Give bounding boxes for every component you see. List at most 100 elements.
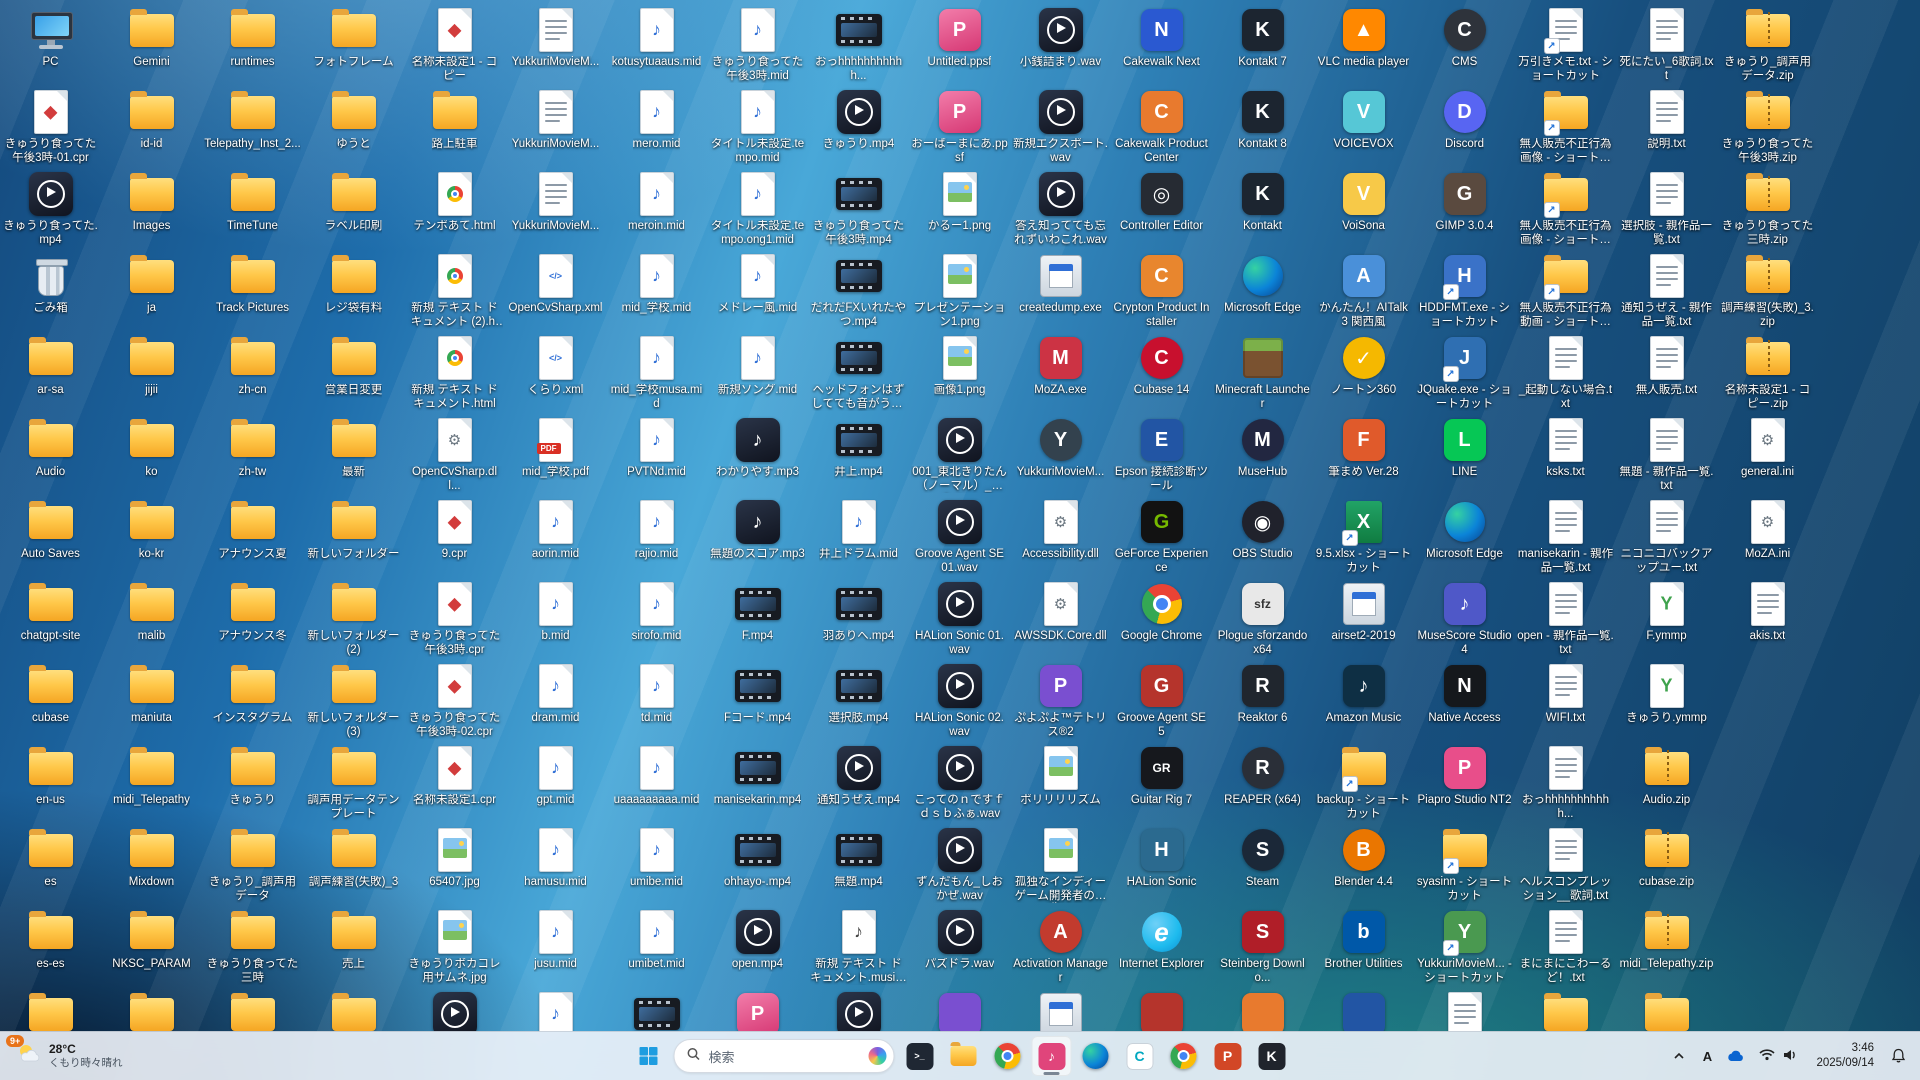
desktop-icon[interactable]: 新規エクスポート.wav <box>1010 88 1111 170</box>
desktop-icon[interactable]: ♪ kotusytuaaus.mid <box>606 6 707 88</box>
desktop-icon[interactable]: ♪ Amazon Music <box>1313 662 1414 744</box>
taskbar-app-google-chrome[interactable] <box>988 1036 1028 1076</box>
desktop-icon[interactable]: createdump.exe <box>1010 252 1111 334</box>
desktop-icon[interactable]: X ↗ 9.5.xlsx - ショートカット <box>1313 498 1414 580</box>
desktop-icon[interactable]: だれだFXいれたやつ.mp4 <box>808 252 909 334</box>
desktop-icon[interactable]: midi_Telepathy <box>101 744 202 826</box>
desktop-icon[interactable]: V VoiSona <box>1313 170 1414 252</box>
desktop-icon[interactable]: ▲ VLC media player <box>1313 6 1414 88</box>
taskbar-app-microsoft-edge[interactable] <box>1076 1036 1116 1076</box>
desktop-icon[interactable]: 65407.jpg <box>404 826 505 908</box>
desktop-icon[interactable]: Mixdown <box>101 826 202 908</box>
desktop-icon[interactable]: midi_Telepathy.zip <box>1616 908 1717 990</box>
desktop-icon[interactable]: ♪ mid_学校musa.mid <box>606 334 707 416</box>
desktop-icon[interactable]: YukkuriMovieM... <box>505 170 606 252</box>
desktop-icon[interactable]: 無題 - 親作品一覧.txt <box>1616 416 1717 498</box>
desktop-icon[interactable]: V VOICEVOX <box>1313 88 1414 170</box>
desktop-icon[interactable]: きゅうり食ってた午後3時.mp4 <box>808 170 909 252</box>
desktop-icon[interactable]: K Kontakt <box>1212 170 1313 252</box>
desktop-icon[interactable]: zh-tw <box>202 416 303 498</box>
desktop-icon[interactable]: K Kontakt 8 <box>1212 88 1313 170</box>
desktop-icon[interactable]: ♪ sirofo.mid <box>606 580 707 662</box>
desktop-icon[interactable]: 通知うぜえ.mp4 <box>808 744 909 826</box>
desktop-icon[interactable]: Fコード.mp4 <box>707 662 808 744</box>
desktop-icon[interactable]: D Discord <box>1414 88 1515 170</box>
desktop-icon[interactable]: </> くらり.xml <box>505 334 606 416</box>
desktop-icon[interactable] <box>0 990 101 1032</box>
desktop-icon[interactable]: かるー1.png <box>909 170 1010 252</box>
desktop-icon[interactable]: chatgpt-site <box>0 580 101 662</box>
desktop-icon[interactable]: B Blender 4.4 <box>1313 826 1414 908</box>
desktop-icon[interactable]: 死にたい_6歌詞.txt <box>1616 6 1717 88</box>
desktop-icon[interactable]: cubase.zip <box>1616 826 1717 908</box>
desktop-icon[interactable]: ♪ aorin.mid <box>505 498 606 580</box>
desktop-icon[interactable]: maniuta <box>101 662 202 744</box>
desktop-icon[interactable]: b Brother Utilities <box>1313 908 1414 990</box>
desktop-icon[interactable]: 新規 テキスト ドキュメント (2).html <box>404 252 505 334</box>
desktop-icon[interactable]: ずんだもん_しおかぜ.wav <box>909 826 1010 908</box>
desktop-icon[interactable]: Y ↗ YukkuriMovieM... - ショートカット <box>1414 908 1515 990</box>
desktop-icon[interactable]: 新規 テキスト ドキュメント.html <box>404 334 505 416</box>
desktop-icon[interactable] <box>1010 990 1111 1032</box>
desktop-icon[interactable]: C Cakewalk Product Center <box>1111 88 1212 170</box>
desktop-icon[interactable]: アナウンス冬 <box>202 580 303 662</box>
desktop-icon[interactable]: akis.txt <box>1717 580 1818 662</box>
desktop-icon[interactable]: ♪ hamusu.mid <box>505 826 606 908</box>
desktop-icon[interactable]: 画像1.png <box>909 334 1010 416</box>
desktop-icon[interactable]: P <box>707 990 808 1032</box>
desktop-icon[interactable]: ♪ PVTNd.mid <box>606 416 707 498</box>
desktop-icon[interactable]: ♪ 井上ドラム.mid <box>808 498 909 580</box>
desktop-icon[interactable]: 無題.mp4 <box>808 826 909 908</box>
desktop-icon[interactable]: ⚙ OpenCvSharp.dll... <box>404 416 505 498</box>
desktop-icon[interactable]: 井上.mp4 <box>808 416 909 498</box>
taskbar-app-cakewalk[interactable]: C <box>1120 1036 1160 1076</box>
desktop-icon[interactable]: ◆ 名称未設定1 - コピー <box>404 6 505 88</box>
desktop-icon[interactable] <box>1212 990 1313 1032</box>
desktop-icon[interactable]: jijii <box>101 334 202 416</box>
onedrive-button[interactable] <box>1721 1036 1749 1076</box>
desktop-icon[interactable] <box>1515 990 1616 1032</box>
desktop-icon[interactable]: きゅうり_調声用データ.zip <box>1717 6 1818 88</box>
desktop-icon[interactable]: 答え知ってても忘れずいわこれ.wav <box>1010 170 1111 252</box>
desktop-icon[interactable]: _起動しない場合.txt <box>1515 334 1616 416</box>
desktop-icon[interactable]: G GIMP 3.0.4 <box>1414 170 1515 252</box>
desktop-icon[interactable]: ♪ タイトル未設定.tempo.ong1.mid <box>707 170 808 252</box>
desktop-icon[interactable] <box>1313 990 1414 1032</box>
desktop-icon[interactable]: Images <box>101 170 202 252</box>
desktop-icon[interactable] <box>404 990 505 1032</box>
desktop-icon[interactable]: ⚙ Accessibility.dll <box>1010 498 1111 580</box>
desktop-icon[interactable]: 新しいフォルダー <box>303 498 404 580</box>
desktop-icon[interactable]: 営業日変更 <box>303 334 404 416</box>
desktop-icon[interactable]: open.mp4 <box>707 908 808 990</box>
desktop-icon[interactable]: ↗ syasinn - ショートカット <box>1414 826 1515 908</box>
desktop-icon[interactable]: Microsoft Edge <box>1212 252 1313 334</box>
desktop-icon[interactable]: ラベル印刷 <box>303 170 404 252</box>
desktop-icon[interactable]: ◆ 名称未設定1.cpr <box>404 744 505 826</box>
desktop-icon[interactable]: S Steam <box>1212 826 1313 908</box>
desktop-icon[interactable]: ar-sa <box>0 334 101 416</box>
desktop-icon[interactable]: </> OpenCvSharp.xml <box>505 252 606 334</box>
desktop-icon[interactable]: おっhhhhhhhhhhh... <box>1515 744 1616 826</box>
desktop-icon[interactable]: 説明.txt <box>1616 88 1717 170</box>
desktop-icon[interactable]: ◉ OBS Studio <box>1212 498 1313 580</box>
desktop-icon[interactable]: P Piapro Studio NT2 <box>1414 744 1515 826</box>
desktop-icon[interactable]: ♪ mero.mid <box>606 88 707 170</box>
clock[interactable]: 3:46 2025/09/14 <box>1808 1041 1882 1071</box>
tray-chevron-button[interactable] <box>1665 1036 1693 1076</box>
desktop-icon[interactable]: Y F.ymmp <box>1616 580 1717 662</box>
desktop-icon[interactable]: こってのｎですｆｄｓｂふぁ.wav <box>909 744 1010 826</box>
desktop-icon[interactable]: C Cubase 14 <box>1111 334 1212 416</box>
desktop-icon[interactable]: アナウンス夏 <box>202 498 303 580</box>
widgets-button[interactable]: 9+ 28°C くもり時々晴れ <box>2 1032 135 1080</box>
taskbar-app-file-explorer[interactable] <box>944 1036 984 1076</box>
desktop-icon[interactable]: K Kontakt 7 <box>1212 6 1313 88</box>
desktop-icon[interactable] <box>101 990 202 1032</box>
desktop-icon[interactable]: ja <box>101 252 202 334</box>
desktop-icon[interactable]: Google Chrome <box>1111 580 1212 662</box>
desktop-icon[interactable]: 羽ありへ.mp4 <box>808 580 909 662</box>
desktop-icon[interactable]: ゆうと <box>303 88 404 170</box>
desktop-icon[interactable]: P ぷよぷよ™テトリス®2 <box>1010 662 1111 744</box>
desktop-icon[interactable]: ポリリリリズム <box>1010 744 1111 826</box>
desktop-icon[interactable]: es-es <box>0 908 101 990</box>
desktop-icon[interactable]: まにまにこわーるど！.txt <box>1515 908 1616 990</box>
